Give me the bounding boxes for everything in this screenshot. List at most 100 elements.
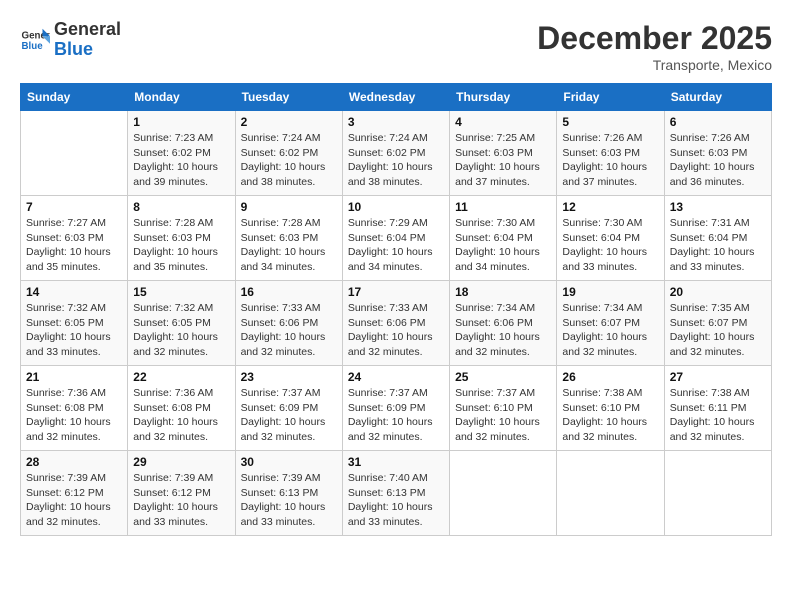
day-info: Sunrise: 7:34 AM Sunset: 6:06 PM Dayligh… — [455, 301, 551, 360]
day-info: Sunrise: 7:39 AM Sunset: 6:12 PM Dayligh… — [26, 471, 122, 530]
day-cell-7: 7Sunrise: 7:27 AM Sunset: 6:03 PM Daylig… — [21, 196, 128, 281]
day-number: 3 — [348, 115, 444, 129]
day-number: 23 — [241, 370, 337, 384]
day-number: 30 — [241, 455, 337, 469]
calendar-week-3: 14 Sunrise: 7:32 AM Sunset: 6:05 PM Dayli… — [21, 281, 772, 366]
day-number: 31 — [348, 455, 444, 469]
day-number: 28 — [26, 455, 122, 469]
day-cell-6: 6 Sunrise: 7:26 AM Sunset: 6:03 PM Daylig… — [664, 111, 771, 196]
day-cell-17: 17 Sunrise: 7:33 AM Sunset: 6:06 PM Dayli… — [342, 281, 449, 366]
day-cell-5: 5 Sunrise: 7:26 AM Sunset: 6:03 PM Daylig… — [557, 111, 664, 196]
day-number: 27 — [670, 370, 766, 384]
day-info: Sunrise: 7:38 AM Sunset: 6:11 PM Dayligh… — [670, 386, 766, 445]
calendar-header: SundayMondayTuesdayWednesdayThursdayFrid… — [21, 84, 772, 111]
day-number: 12 — [562, 200, 658, 214]
page-header: General Blue General Blue December 2025 … — [20, 20, 772, 73]
day-info: Sunrise: 7:39 AM Sunset: 6:13 PM Dayligh… — [241, 471, 337, 530]
day-number: 17 — [348, 285, 444, 299]
day-cell-18: 18Sunrise: 7:34 AM Sunset: 6:06 PM Dayli… — [450, 281, 557, 366]
day-cell-28: 28 Sunrise: 7:39 AM Sunset: 6:12 PM Dayli… — [21, 451, 128, 536]
day-cell-26: 26 Sunrise: 7:38 AM Sunset: 6:10 PM Dayli… — [557, 366, 664, 451]
calendar-week-4: 21Sunrise: 7:36 AM Sunset: 6:08 PM Dayli… — [21, 366, 772, 451]
title-block: December 2025 Transporte, Mexico — [537, 20, 772, 73]
calendar-table: SundayMondayTuesdayWednesdayThursdayFrid… — [20, 83, 772, 536]
day-number: 20 — [670, 285, 766, 299]
day-info: Sunrise: 7:34 AM Sunset: 6:07 PM Dayligh… — [562, 301, 658, 360]
day-info: Sunrise: 7:23 AM Sunset: 6:02 PM Dayligh… — [133, 131, 229, 190]
header-row: SundayMondayTuesdayWednesdayThursdayFrid… — [21, 84, 772, 111]
day-cell-29: 29 Sunrise: 7:39 AM Sunset: 6:12 PM Dayli… — [128, 451, 235, 536]
day-cell-11: 11Sunrise: 7:30 AM Sunset: 6:04 PM Dayli… — [450, 196, 557, 281]
day-info: Sunrise: 7:38 AM Sunset: 6:10 PM Dayligh… — [562, 386, 658, 445]
day-number: 4 — [455, 115, 551, 129]
logo-text: General Blue — [54, 20, 121, 60]
day-cell-20: 20Sunrise: 7:35 AM Sunset: 6:07 PM Dayli… — [664, 281, 771, 366]
day-info: Sunrise: 7:26 AM Sunset: 6:03 PM Dayligh… — [670, 131, 766, 190]
day-number: 7 — [26, 200, 122, 214]
day-info: Sunrise: 7:33 AM Sunset: 6:06 PM Dayligh… — [348, 301, 444, 360]
day-cell-9: 9 Sunrise: 7:28 AM Sunset: 6:03 PM Daylig… — [235, 196, 342, 281]
day-cell-19: 19Sunrise: 7:34 AM Sunset: 6:07 PM Dayli… — [557, 281, 664, 366]
day-cell-15: 15Sunrise: 7:32 AM Sunset: 6:05 PM Dayli… — [128, 281, 235, 366]
svg-text:Blue: Blue — [22, 41, 44, 52]
day-cell-13: 13 Sunrise: 7:31 AM Sunset: 6:04 PM Dayli… — [664, 196, 771, 281]
day-cell-3: 3 Sunrise: 7:24 AM Sunset: 6:02 PM Daylig… — [342, 111, 449, 196]
day-number: 8 — [133, 200, 229, 214]
calendar-week-5: 28 Sunrise: 7:39 AM Sunset: 6:12 PM Dayli… — [21, 451, 772, 536]
day-cell-1: 1 Sunrise: 7:23 AM Sunset: 6:02 PM Daylig… — [128, 111, 235, 196]
day-cell-25: 25 Sunrise: 7:37 AM Sunset: 6:10 PM Dayli… — [450, 366, 557, 451]
day-cell-23: 23 Sunrise: 7:37 AM Sunset: 6:09 PM Dayli… — [235, 366, 342, 451]
header-day-sunday: Sunday — [21, 84, 128, 111]
empty-cell — [21, 111, 128, 196]
day-number: 2 — [241, 115, 337, 129]
month-title: December 2025 — [537, 20, 772, 57]
day-cell-27: 27 Sunrise: 7:38 AM Sunset: 6:11 PM Dayli… — [664, 366, 771, 451]
empty-cell — [664, 451, 771, 536]
logo-icon: General Blue — [20, 25, 50, 55]
day-number: 25 — [455, 370, 551, 384]
header-day-wednesday: Wednesday — [342, 84, 449, 111]
day-number: 16 — [241, 285, 337, 299]
day-info: Sunrise: 7:39 AM Sunset: 6:12 PM Dayligh… — [133, 471, 229, 530]
day-cell-8: 8 Sunrise: 7:28 AM Sunset: 6:03 PM Daylig… — [128, 196, 235, 281]
location-subtitle: Transporte, Mexico — [537, 57, 772, 73]
day-cell-10: 10Sunrise: 7:29 AM Sunset: 6:04 PM Dayli… — [342, 196, 449, 281]
day-info: Sunrise: 7:30 AM Sunset: 6:04 PM Dayligh… — [562, 216, 658, 275]
header-day-thursday: Thursday — [450, 84, 557, 111]
day-number: 29 — [133, 455, 229, 469]
day-cell-16: 16Sunrise: 7:33 AM Sunset: 6:06 PM Dayli… — [235, 281, 342, 366]
day-number: 22 — [133, 370, 229, 384]
day-info: Sunrise: 7:37 AM Sunset: 6:09 PM Dayligh… — [348, 386, 444, 445]
day-number: 26 — [562, 370, 658, 384]
logo: General Blue General Blue — [20, 20, 121, 60]
day-info: Sunrise: 7:24 AM Sunset: 6:02 PM Dayligh… — [241, 131, 337, 190]
day-cell-21: 21Sunrise: 7:36 AM Sunset: 6:08 PM Dayli… — [21, 366, 128, 451]
day-number: 5 — [562, 115, 658, 129]
day-info: Sunrise: 7:28 AM Sunset: 6:03 PM Dayligh… — [133, 216, 229, 275]
calendar-week-1: 1 Sunrise: 7:23 AM Sunset: 6:02 PM Daylig… — [21, 111, 772, 196]
day-number: 9 — [241, 200, 337, 214]
day-number: 14 — [26, 285, 122, 299]
day-info: Sunrise: 7:24 AM Sunset: 6:02 PM Dayligh… — [348, 131, 444, 190]
day-number: 6 — [670, 115, 766, 129]
day-info: Sunrise: 7:36 AM Sunset: 6:08 PM Dayligh… — [133, 386, 229, 445]
day-cell-30: 30 Sunrise: 7:39 AM Sunset: 6:13 PM Dayli… — [235, 451, 342, 536]
logo-blue: Blue — [54, 39, 93, 59]
header-day-friday: Friday — [557, 84, 664, 111]
day-cell-14: 14Sunrise: 7:32 AM Sunset: 6:05 PM Dayli… — [21, 281, 128, 366]
calendar-week-2: 7Sunrise: 7:27 AM Sunset: 6:03 PM Daylig… — [21, 196, 772, 281]
day-cell-31: 31Sunrise: 7:40 AM Sunset: 6:13 PM Dayli… — [342, 451, 449, 536]
day-info: Sunrise: 7:28 AM Sunset: 6:03 PM Dayligh… — [241, 216, 337, 275]
day-number: 24 — [348, 370, 444, 384]
day-info: Sunrise: 7:25 AM Sunset: 6:03 PM Dayligh… — [455, 131, 551, 190]
logo-general: General — [54, 19, 121, 39]
day-number: 13 — [670, 200, 766, 214]
day-number: 1 — [133, 115, 229, 129]
day-cell-4: 4 Sunrise: 7:25 AM Sunset: 6:03 PM Daylig… — [450, 111, 557, 196]
day-info: Sunrise: 7:37 AM Sunset: 6:10 PM Dayligh… — [455, 386, 551, 445]
day-cell-24: 24 Sunrise: 7:37 AM Sunset: 6:09 PM Dayli… — [342, 366, 449, 451]
day-info: Sunrise: 7:32 AM Sunset: 6:05 PM Dayligh… — [133, 301, 229, 360]
day-info: Sunrise: 7:26 AM Sunset: 6:03 PM Dayligh… — [562, 131, 658, 190]
day-info: Sunrise: 7:31 AM Sunset: 6:04 PM Dayligh… — [670, 216, 766, 275]
day-info: Sunrise: 7:37 AM Sunset: 6:09 PM Dayligh… — [241, 386, 337, 445]
